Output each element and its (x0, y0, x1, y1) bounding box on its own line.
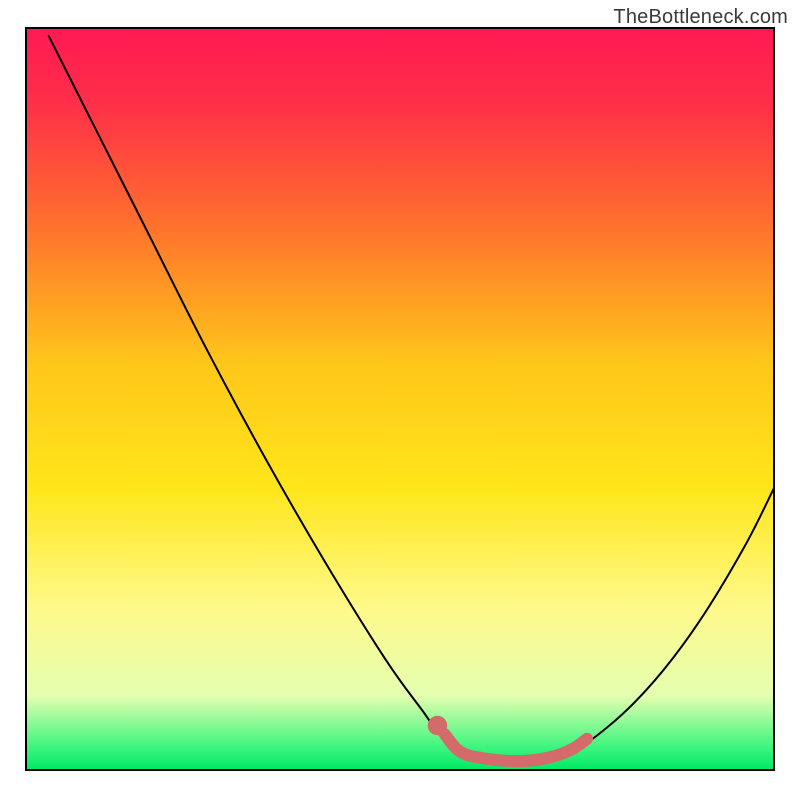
chart-container: TheBottleneck.com (0, 0, 800, 800)
bottleneck-chart (0, 0, 800, 800)
watermark-text: TheBottleneck.com (613, 6, 788, 29)
highlight-dot (428, 716, 447, 735)
plot-background (26, 28, 774, 770)
